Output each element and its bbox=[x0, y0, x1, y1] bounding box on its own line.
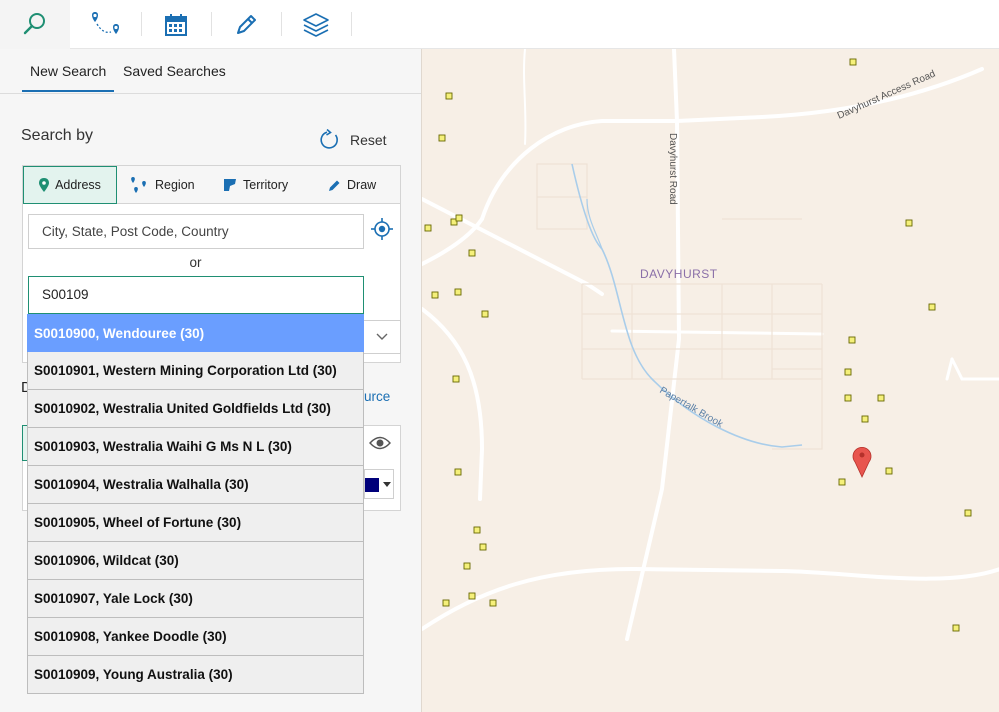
site-square[interactable] bbox=[849, 58, 857, 66]
toolbar-divider bbox=[351, 12, 352, 36]
site-square[interactable] bbox=[844, 368, 852, 376]
site-square[interactable] bbox=[861, 415, 869, 423]
top-toolbar bbox=[0, 0, 999, 49]
locate-me-icon[interactable] bbox=[371, 218, 393, 240]
site-square[interactable] bbox=[431, 291, 439, 299]
address-search-input[interactable]: City, State, Post Code, Country bbox=[28, 214, 364, 249]
region-pins-icon bbox=[131, 177, 146, 193]
data-source-link-fragment[interactable]: urce bbox=[364, 389, 390, 404]
search-tabs: New Search Saved Searches bbox=[0, 49, 421, 94]
suggestion-item[interactable]: S0010909, Young Australia (30) bbox=[27, 656, 364, 694]
site-square[interactable] bbox=[468, 592, 476, 600]
site-square[interactable] bbox=[489, 599, 497, 607]
mode-territory[interactable]: Territory bbox=[223, 166, 288, 204]
mode-draw-label: Draw bbox=[347, 178, 377, 192]
layers-tool-button[interactable] bbox=[281, 0, 351, 49]
suggestion-item[interactable]: S0010901, Western Mining Corporation Ltd… bbox=[27, 352, 364, 390]
site-square[interactable] bbox=[838, 478, 846, 486]
eye-icon[interactable] bbox=[369, 435, 391, 451]
site-square[interactable] bbox=[473, 526, 481, 534]
site-markers bbox=[424, 58, 972, 632]
site-square[interactable] bbox=[844, 394, 852, 402]
site-square[interactable] bbox=[468, 249, 476, 257]
pencil-icon bbox=[329, 180, 340, 191]
or-separator: or bbox=[189, 255, 202, 270]
suggestion-list: S0010900, Wendouree (30) S0010901, Weste… bbox=[27, 314, 364, 694]
active-tab-indicator bbox=[22, 90, 114, 92]
app-root: New Search Saved Searches Search by Rese… bbox=[0, 0, 999, 712]
road-network bbox=[422, 49, 999, 641]
dropdown-toggle[interactable] bbox=[363, 320, 401, 354]
calendar-tool-button[interactable] bbox=[141, 0, 211, 49]
search-mode-tabs: Address Region Territory Draw bbox=[23, 166, 400, 204]
road-label-access-road: Davyhurst Access Road bbox=[836, 69, 937, 122]
site-square[interactable] bbox=[463, 562, 471, 570]
search-tool-button[interactable] bbox=[0, 0, 70, 49]
suggestion-item[interactable]: S0010908, Yankee Doodle (30) bbox=[27, 618, 364, 656]
site-square[interactable] bbox=[952, 624, 960, 632]
mode-region[interactable]: Region bbox=[129, 166, 195, 204]
color-picker[interactable] bbox=[364, 469, 394, 499]
draw-tool-button[interactable] bbox=[211, 0, 281, 49]
site-square[interactable] bbox=[479, 543, 487, 551]
site-square[interactable] bbox=[454, 468, 462, 476]
mode-territory-label: Territory bbox=[243, 178, 289, 192]
territory-icon bbox=[224, 179, 236, 191]
layers-icon bbox=[303, 12, 329, 37]
map-canvas[interactable]: DAVYHURST Davyhurst Road Davyhurst Acces… bbox=[422, 49, 999, 712]
chevron-down-icon bbox=[376, 333, 387, 340]
site-square[interactable] bbox=[424, 224, 432, 232]
reset-label: Reset bbox=[350, 132, 387, 148]
town-label: DAVYHURST bbox=[640, 267, 718, 281]
suggestion-item[interactable]: S0010900, Wendouree (30) bbox=[27, 314, 364, 352]
location-marker-icon[interactable] bbox=[852, 447, 872, 478]
caret-down-icon bbox=[383, 482, 391, 487]
suggestion-item[interactable]: S0010904, Westralia Walhalla (30) bbox=[27, 466, 364, 504]
site-square[interactable] bbox=[848, 336, 856, 344]
site-square[interactable] bbox=[452, 375, 460, 383]
mode-draw[interactable]: Draw bbox=[328, 166, 376, 204]
suggestion-item[interactable]: S0010905, Wheel of Fortune (30) bbox=[27, 504, 364, 542]
mode-address-label: Address bbox=[55, 178, 101, 192]
reset-button[interactable]: Reset bbox=[318, 129, 387, 151]
road-label-davyhurst-road: Davyhurst Road bbox=[667, 133, 678, 205]
site-square[interactable] bbox=[928, 303, 936, 311]
site-square[interactable] bbox=[905, 219, 913, 227]
color-swatch bbox=[365, 478, 379, 492]
mode-region-label: Region bbox=[155, 178, 195, 192]
map-view[interactable]: DAVYHURST Davyhurst Road Davyhurst Acces… bbox=[421, 49, 999, 712]
site-square[interactable] bbox=[455, 214, 463, 222]
mode-address[interactable]: Address bbox=[23, 166, 117, 204]
route-icon bbox=[92, 11, 119, 34]
route-tool-button[interactable] bbox=[71, 0, 141, 49]
suggestion-item[interactable]: S0010903, Westralia Waihi G Ms N L (30) bbox=[27, 428, 364, 466]
calendar-icon bbox=[165, 13, 187, 36]
tab-saved-searches[interactable]: Saved Searches bbox=[123, 63, 226, 79]
site-square[interactable] bbox=[445, 92, 453, 100]
search-by-label: Search by bbox=[21, 127, 94, 144]
refresh-icon bbox=[320, 129, 338, 149]
suggestion-item[interactable]: S0010906, Wildcat (30) bbox=[27, 542, 364, 580]
site-square[interactable] bbox=[885, 467, 893, 475]
tab-new-search[interactable]: New Search bbox=[30, 63, 106, 79]
search-icon bbox=[23, 12, 45, 34]
site-square[interactable] bbox=[454, 288, 462, 296]
suggestion-item[interactable]: S0010907, Yale Lock (30) bbox=[27, 580, 364, 618]
map-pin-icon bbox=[39, 178, 50, 192]
pencil-icon bbox=[237, 14, 256, 34]
site-square[interactable] bbox=[964, 509, 972, 517]
site-square[interactable] bbox=[481, 310, 489, 318]
site-square[interactable] bbox=[438, 134, 446, 142]
site-square[interactable] bbox=[877, 394, 885, 402]
site-id-search-input[interactable]: S00109 bbox=[28, 276, 364, 314]
suggestion-item[interactable]: S0010902, Westralia United Goldfields Lt… bbox=[27, 390, 364, 428]
site-square[interactable] bbox=[442, 599, 450, 607]
